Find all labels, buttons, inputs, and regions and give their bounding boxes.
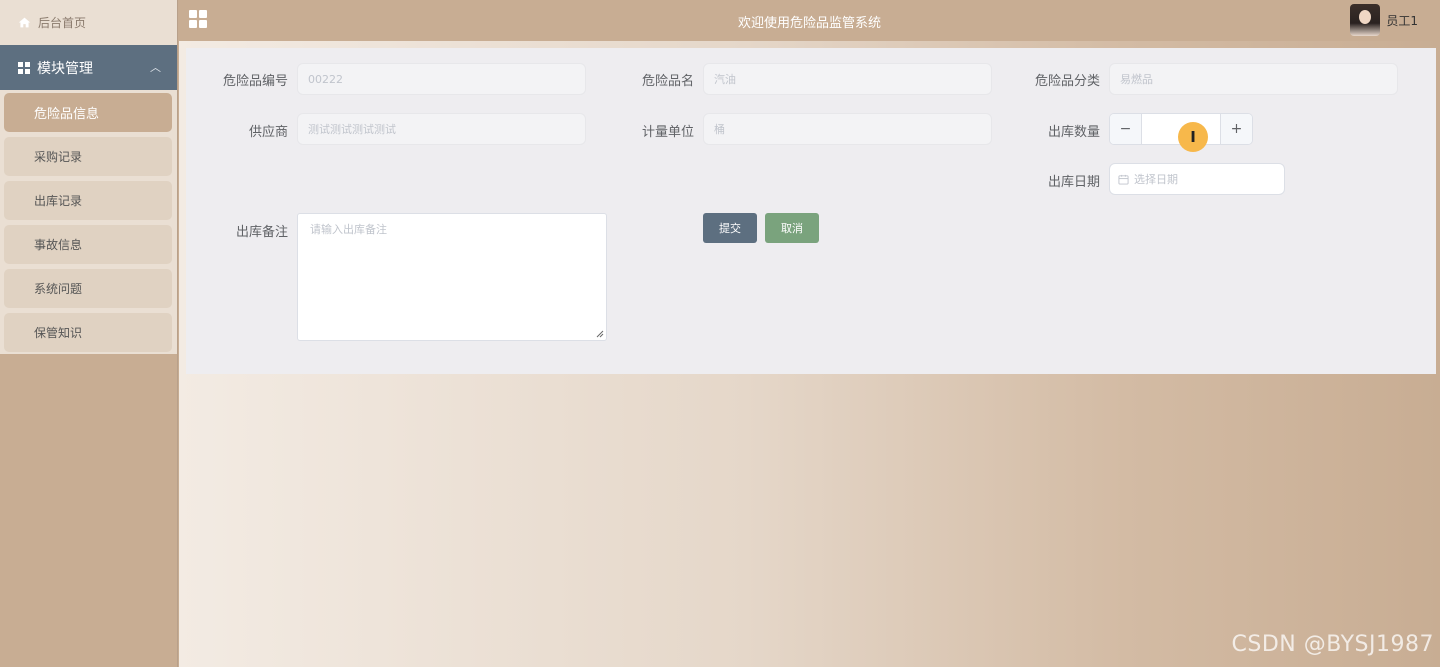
cancel-button[interactable]: 取消 <box>765 213 819 243</box>
sidebar-module-label: 模块管理 <box>37 60 93 77</box>
unit-label: 计量单位 <box>641 125 694 140</box>
watermark: CSDN @BYSJ1987 <box>1231 632 1434 657</box>
chevron-up-icon: ︿ <box>150 61 161 74</box>
sidebar-module-header[interactable]: 模块管理 ︿ <box>0 45 177 90</box>
avatar <box>1350 4 1381 36</box>
sidebar-item-label: 采购记录 <box>34 150 83 164</box>
date-label: 出库日期 <box>1047 175 1100 190</box>
sidebar-item-accident-info[interactable]: 事故信息 <box>4 225 172 264</box>
submit-button[interactable]: 提交 <box>703 213 757 243</box>
user-name: 员工1 <box>1386 13 1418 28</box>
quantity-label: 出库数量 <box>1047 125 1100 140</box>
resize-grip-icon[interactable] <box>596 330 604 338</box>
name-input[interactable]: 汽油 <box>703 63 992 95</box>
unit-input[interactable]: 桶 <box>703 113 992 145</box>
code-label: 危险品编号 <box>222 74 288 89</box>
sidebar-home-label: 后台首页 <box>38 16 87 30</box>
home-icon <box>18 17 31 28</box>
sidebar-menu: 危险品信息 采购记录 出库记录 事故信息 系统问题 保管知识 <box>0 90 177 354</box>
quantity-increase-button[interactable]: + <box>1220 114 1252 144</box>
text-cursor-icon: I <box>1178 122 1208 152</box>
sidebar-item-outbound-records[interactable]: 出库记录 <box>4 181 172 220</box>
sidebar: 后台首页 模块管理 ︿ 危险品信息 采购记录 出库记录 事故信息 系统问题 保管… <box>0 0 178 667</box>
sidebar-item-purchase-records[interactable]: 采购记录 <box>4 137 172 176</box>
sidebar-item-storage-knowledge[interactable]: 保管知识 <box>4 313 172 352</box>
top-header: 欢迎使用危险品监管系统 员工1 <box>179 0 1440 41</box>
name-label: 危险品名 <box>641 74 694 89</box>
sidebar-item-label: 系统问题 <box>34 282 83 296</box>
supplier-input[interactable]: 测试测试测试测试 <box>297 113 586 145</box>
sidebar-item-system-issues[interactable]: 系统问题 <box>4 269 172 308</box>
sidebar-item-label: 出库记录 <box>34 194 83 208</box>
calendar-icon <box>1118 174 1129 185</box>
sidebar-item-label: 事故信息 <box>34 238 83 252</box>
sidebar-home[interactable]: 后台首页 <box>0 0 177 45</box>
remark-textarea[interactable]: 请输入出库备注 <box>297 213 607 341</box>
page-title: 欢迎使用危险品监管系统 <box>737 16 881 31</box>
supplier-label: 供应商 <box>248 125 288 140</box>
user-menu[interactable]: 员工1 <box>1350 4 1418 36</box>
category-input[interactable]: 易燃品 <box>1109 63 1398 95</box>
grid-icon <box>18 61 30 74</box>
code-input[interactable]: 00222 <box>297 63 586 95</box>
date-picker[interactable]: 选择日期 <box>1109 163 1285 195</box>
remark-placeholder: 请输入出库备注 <box>310 223 387 236</box>
quantity-decrease-button[interactable]: − <box>1110 114 1142 144</box>
sidebar-item-hazmat-info[interactable]: 危险品信息 <box>4 93 172 132</box>
sidebar-item-label: 保管知识 <box>34 326 83 340</box>
sidebar-item-label: 危险品信息 <box>34 107 100 122</box>
category-label: 危险品分类 <box>1034 74 1100 89</box>
date-placeholder: 选择日期 <box>1134 173 1178 186</box>
remark-label: 出库备注 <box>235 225 288 240</box>
